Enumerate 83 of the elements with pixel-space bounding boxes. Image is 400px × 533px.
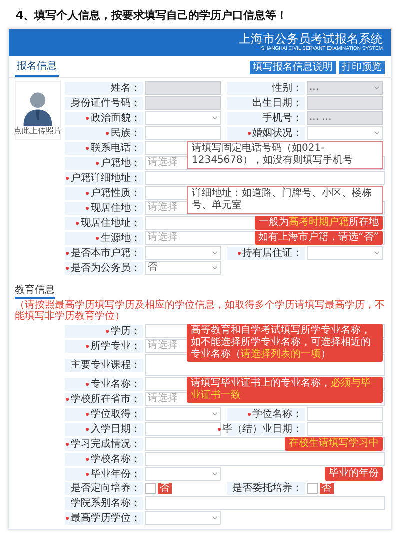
input-field[interactable] xyxy=(145,496,385,510)
label-text: 学校名称： xyxy=(91,452,141,466)
input-field[interactable] xyxy=(306,407,382,421)
input-field[interactable] xyxy=(145,171,385,185)
input-field[interactable] xyxy=(145,422,221,436)
label-text: 毕业年份： xyxy=(91,468,141,480)
label-text: 姓名： xyxy=(111,82,141,94)
select-field[interactable] xyxy=(306,126,382,140)
label-text: 现居住地： xyxy=(91,202,141,214)
select-field[interactable]: 否 xyxy=(145,261,221,275)
caret-icon xyxy=(212,472,218,476)
tooltip: 详细地址：如道路、门牌号、小区、楼栋号、单元室 xyxy=(187,186,383,214)
label-text: 毕（结）业日期： xyxy=(222,422,302,436)
tooltip: 在校生请填写学习中 xyxy=(285,437,383,451)
label-text: 入学日期： xyxy=(91,422,141,436)
label-text: 户籍地： xyxy=(101,156,141,170)
caret-icon xyxy=(212,412,218,416)
label-text: 主要专业课程： xyxy=(71,358,141,372)
checkbox[interactable] xyxy=(306,483,318,494)
label-text: 最高学历学位： xyxy=(71,512,141,524)
input-field[interactable] xyxy=(145,452,385,466)
section-note: （请按照最高学历填写学历及相应的学位信息，如取得多个学历请填写最高学历，不能填写非学历教育学位） xyxy=(15,300,385,322)
tooltip: 请填写固定电话号码（如021-12345678），如没有则填写手机号 xyxy=(187,141,383,169)
label-text: 户籍性质： xyxy=(91,186,141,200)
select-field[interactable] xyxy=(145,511,221,525)
input-field[interactable] xyxy=(145,96,221,110)
toolbar-button[interactable]: 填写报名信息说明 xyxy=(250,61,336,74)
label-text: 是否本市户籍： xyxy=(71,246,141,260)
caret-icon xyxy=(212,266,218,270)
label-text: 学位名称： xyxy=(252,408,302,420)
label-text: 政治面貌： xyxy=(91,112,141,124)
label-text: 手机号： xyxy=(262,112,302,124)
tooltip: 请填写毕业证书上的专业名称，必须与毕业证书一致 xyxy=(187,377,383,403)
photo-upload[interactable]: 点此上传照片 xyxy=(15,81,61,140)
toolbar-button[interactable]: 打印预览 xyxy=(339,61,385,74)
label-text: 联系电话： xyxy=(91,142,141,154)
label-text: 是否定向培养： xyxy=(71,482,141,495)
label-text: 持有居住证： xyxy=(242,246,302,260)
label-text: 所学专业： xyxy=(91,340,141,352)
tooltip: 高等教育和自学考试填写所学专业名称，如不能选择所学专业名称，可选择相近的专业名称（请选择列表的一项） xyxy=(187,324,383,362)
select-field[interactable] xyxy=(145,246,221,260)
label-text: 专业名称： xyxy=(91,378,141,390)
caret-icon xyxy=(212,516,218,520)
select-field[interactable] xyxy=(145,407,221,421)
label-text: 是否为公务员： xyxy=(71,262,141,274)
label-text: 出生日期： xyxy=(252,96,302,110)
caret-icon xyxy=(212,251,218,255)
input-field[interactable] xyxy=(306,422,382,436)
caret-icon xyxy=(374,131,380,135)
label-text: 是否委托培养： xyxy=(232,482,302,495)
tab[interactable]: 报名信息 xyxy=(15,58,59,77)
input-field[interactable] xyxy=(145,81,221,95)
label-text: 身份证件号码： xyxy=(71,96,141,110)
label-text: 现居住地址： xyxy=(81,216,141,230)
select-field[interactable]: ... xyxy=(306,81,382,95)
tooltip: 如有上海市户籍，请选“否” xyxy=(254,231,383,245)
label-text: 学校所在省市： xyxy=(71,392,141,406)
label-text: 学历： xyxy=(111,324,141,338)
section-title: 教育信息 xyxy=(15,283,55,299)
system-title: 上海市公务员考试报名系统 xyxy=(238,32,383,46)
caret-icon xyxy=(374,251,380,255)
input-field[interactable]: ... ... xyxy=(306,111,382,125)
page-title: 4、填写个人信息，按要求填写自己的学历户口信息等！ xyxy=(15,8,289,24)
select-field[interactable] xyxy=(145,467,221,481)
label-text: 生源地： xyxy=(101,232,141,244)
label-text: 性别： xyxy=(272,82,302,94)
input-field[interactable] xyxy=(145,126,221,140)
label-text: 户籍详细地址： xyxy=(71,172,141,184)
label-text: 学院系别名称： xyxy=(71,496,141,510)
select-field[interactable] xyxy=(306,246,382,260)
select-field[interactable] xyxy=(145,111,221,125)
no-badge: 否 xyxy=(158,483,172,494)
label-text: 学习完成情况： xyxy=(71,438,141,450)
input-field[interactable] xyxy=(306,96,382,110)
caret-icon xyxy=(374,86,380,90)
checkbox[interactable] xyxy=(145,483,156,494)
label-text: 学位取得： xyxy=(91,408,141,420)
tooltip: 一般为高考时期户籍所在地 xyxy=(255,216,383,230)
tooltip: 毕业的年份 xyxy=(325,467,383,481)
no-badge: 否 xyxy=(320,483,334,494)
caret-icon xyxy=(212,116,218,120)
label-text: 婚姻状况： xyxy=(252,126,302,140)
label-text: 民族： xyxy=(111,126,141,140)
